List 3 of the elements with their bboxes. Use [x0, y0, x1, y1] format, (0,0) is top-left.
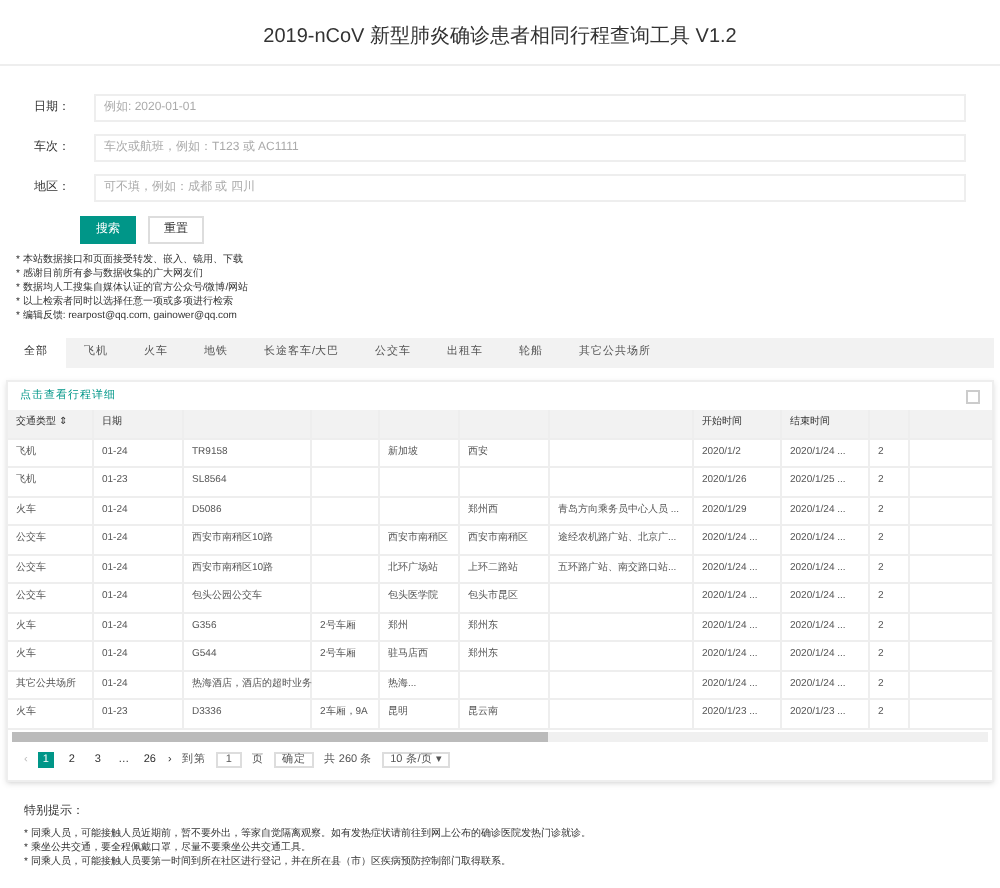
columns-icon[interactable]: [966, 389, 980, 403]
page-title: 2019-nCoV 新型肺炎确诊患者相同行程查询工具 V1.2: [263, 23, 737, 52]
scrollbar[interactable]: [12, 731, 988, 741]
